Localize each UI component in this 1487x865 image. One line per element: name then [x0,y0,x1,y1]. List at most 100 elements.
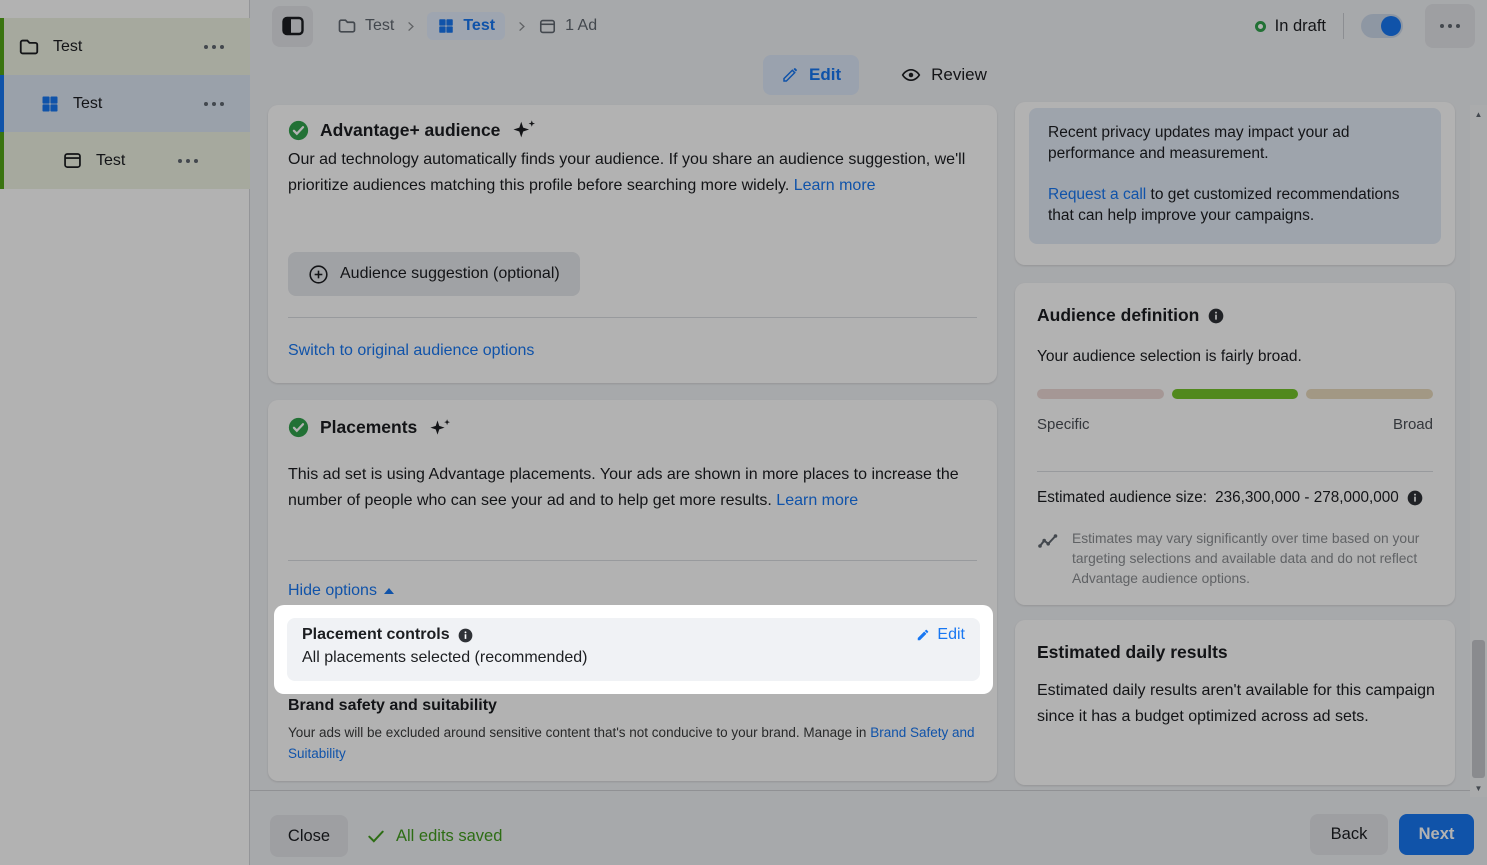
top-bar: Test Test 1 Ad In draft [250,0,1487,100]
estimated-daily-results-card: Estimated daily results Estimated daily … [1015,620,1455,785]
tab-review[interactable]: Review [883,55,1005,95]
placements-card: Placements This ad set is using Advantag… [268,400,997,781]
section-title: Placements [320,417,417,438]
sidebar-item-campaign[interactable]: Test [0,18,250,75]
more-options-button[interactable] [1425,4,1475,48]
chevron-right-icon [404,20,417,33]
estimate-disclaimer: Estimates may vary significantly over ti… [1072,529,1435,589]
vertical-scrollbar[interactable]: ▲ ▼ [1470,105,1487,797]
trend-line-icon [1037,529,1061,589]
audience-suggestion-button[interactable]: Audience suggestion (optional) [288,252,580,296]
draft-indicator-bar [0,132,4,189]
sparkle-icon [511,119,537,141]
breadcrumb-adset[interactable]: Test [427,12,505,40]
scroll-up-arrow[interactable]: ▲ [1470,107,1487,121]
draft-indicator-bar [0,18,4,75]
placement-controls-row: Placement controls Edit All placements s… [287,618,980,681]
folder-icon [337,16,357,36]
eye-icon [901,65,921,85]
close-button[interactable]: Close [270,815,348,857]
next-button[interactable]: Next [1399,814,1474,855]
toggle-knob [1381,16,1401,36]
request-call-link[interactable]: Request a call [1048,186,1146,203]
back-button[interactable]: Back [1310,814,1388,855]
divider [288,560,977,561]
publish-toggle[interactable] [1361,14,1403,38]
footer-bar: Close All edits saved Back Next [250,790,1487,865]
grid-icon [40,94,60,114]
estimate-label: Estimated audience size: [1037,489,1207,507]
chevron-right-icon [515,20,528,33]
audience-definition-card: Audience definition Your audience select… [1015,283,1455,605]
more-options-icon[interactable] [178,159,198,163]
draft-status-label: In draft [1275,17,1326,36]
audience-summary: Your audience selection is fairly broad. [1037,348,1302,366]
meter-segment-specific [1037,389,1164,399]
selected-indicator-bar [0,75,4,132]
campaign-name: Test [53,38,82,56]
learn-more-link[interactable]: Learn more [794,177,876,194]
scale-label-specific: Specific [1037,416,1090,433]
info-icon[interactable] [1407,490,1423,506]
campaign-tree-sidebar: Test Test Test [0,0,250,865]
more-options-icon[interactable] [204,102,224,106]
sidebar-item-adset[interactable]: Test [0,75,250,132]
breadcrumb: Test Test 1 Ad [337,12,597,40]
advantage-audience-card: Advantage+ audience Our ad technology au… [268,105,997,383]
sidebar-item-ad[interactable]: Test [0,132,250,189]
save-status: All edits saved [366,815,502,857]
grid-icon [437,17,455,35]
adset-name: Test [73,95,102,113]
draft-status-icon [1255,21,1266,32]
pencil-icon [916,628,930,642]
caret-up-icon [384,588,394,594]
placement-controls-spotlight: Placement controls Edit All placements s… [274,605,993,694]
check-icon [366,826,386,846]
audience-breadth-meter [1037,389,1433,399]
estimate-value: 236,300,000 - 278,000,000 [1215,489,1399,507]
pencil-icon [781,66,799,84]
mode-tabs: Edit Review [763,55,1005,95]
meter-segment-broad [1306,389,1433,399]
sidebar-toggle-button[interactable] [272,6,313,47]
scroll-down-arrow[interactable]: ▼ [1470,781,1487,795]
placement-controls-value: All placements selected (recommended) [302,649,965,667]
scrollbar-thumb[interactable] [1472,640,1485,778]
scale-label-broad: Broad [1393,416,1433,433]
panel-title: Audience definition [1037,305,1199,326]
privacy-notice-card: Recent privacy updates may impact your a… [1015,102,1455,265]
placement-controls-title: Placement controls [302,626,450,644]
success-check-icon [288,120,309,141]
privacy-notice-box: Recent privacy updates may impact your a… [1029,108,1441,244]
learn-more-link[interactable]: Learn more [776,492,858,509]
success-check-icon [288,417,309,438]
info-icon[interactable] [458,628,473,643]
folder-icon [18,36,40,58]
sidebar-collapse-icon [281,14,305,38]
tab-edit[interactable]: Edit [763,55,859,95]
sparkle-icon [428,418,452,438]
plus-circle-icon [308,264,329,285]
more-options-icon[interactable] [204,45,224,49]
switch-audience-options-link[interactable]: Switch to original audience options [288,342,534,360]
more-options-icon [1440,24,1460,28]
divider [1343,13,1344,39]
privacy-notice-text: Recent privacy updates may impact your a… [1048,122,1422,164]
edit-placements-link[interactable]: Edit [916,626,965,644]
ad-icon [538,17,557,36]
brand-safety-description: Your ads will be excluded around sensiti… [288,725,870,740]
meter-segment-active [1172,389,1299,399]
save-status-label: All edits saved [396,827,502,846]
divider [1037,471,1433,472]
ad-icon [62,150,83,171]
section-title: Advantage+ audience [320,120,500,141]
ad-name: Test [96,152,125,170]
breadcrumb-campaign[interactable]: Test [337,16,394,36]
hide-options-link[interactable]: Hide options [288,582,394,600]
info-icon[interactable] [1208,308,1224,324]
divider [288,317,977,318]
daily-results-body: Estimated daily results aren't available… [1037,678,1435,730]
brand-safety-title: Brand safety and suitability [288,697,497,715]
breadcrumb-ad[interactable]: 1 Ad [538,17,597,36]
panel-title: Estimated daily results [1037,642,1228,663]
